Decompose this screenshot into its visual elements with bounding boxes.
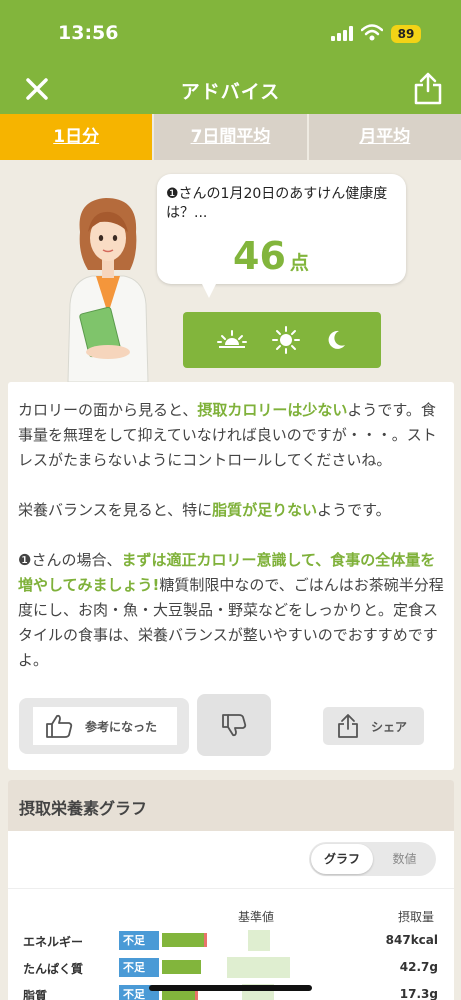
advice-text: カロリーの面から見ると、摂取カロリーは少ないようです。食事量を無理をして抑えてい… xyxy=(18,398,446,698)
score-unit: 点 xyxy=(289,252,309,274)
share-icon xyxy=(338,714,358,738)
moon-icon[interactable] xyxy=(325,329,347,351)
graph-header: 摂取栄養素グラフ xyxy=(8,780,454,831)
advice-text-segment: 栄養バランスを見ると、特に xyxy=(18,501,213,519)
nutrient-row: エネルギー 不足 847kcal xyxy=(8,930,454,952)
thumbs-up-icon xyxy=(46,714,73,738)
sunrise-icon[interactable] xyxy=(217,329,248,351)
helpful-button[interactable]: 参考になった xyxy=(19,698,189,754)
nutrient-name: 脂質 xyxy=(23,989,48,1000)
health-score: 46 点 xyxy=(233,234,309,278)
battery-icon: 89 xyxy=(391,25,421,43)
tab-7day-average[interactable]: 7日間平均 xyxy=(154,114,309,160)
intake-bar xyxy=(162,960,201,974)
score-question: ❶さんの1月20日のあすけん健康度は？... xyxy=(166,186,388,221)
advice-card: カロリーの面から見ると、摂取カロリーは少ないようです。食事量を無理をして抑えてい… xyxy=(8,382,454,770)
graph-view-toggle: グラフ 数値 xyxy=(309,842,436,876)
share-button[interactable]: シェア xyxy=(323,707,424,745)
helpful-button-label: 参考になった xyxy=(85,720,158,734)
helpful-button-inner: 参考になった xyxy=(33,707,177,745)
advice-paragraph-suggestion: ❶さんの場合、まずは適正カロリー意識して、食事の全体量を増やしてみましょう!糖質… xyxy=(18,548,446,673)
period-tabs: 1日分 7日間平均 月平均 xyxy=(0,114,461,160)
intake-value: 17.3g xyxy=(399,987,438,1000)
bubble-tail xyxy=(201,282,217,298)
signal-icon xyxy=(331,26,353,41)
advice-highlight: 摂取カロリーは少ない xyxy=(197,401,348,419)
thumbs-down-icon xyxy=(222,714,247,737)
share-button-label: シェア xyxy=(371,720,408,734)
nutrient-row: たんぱく質 不足 42.7g xyxy=(8,957,454,979)
doctor-illustration xyxy=(67,198,149,382)
page-title: アドバイス xyxy=(180,81,281,103)
divider xyxy=(8,888,454,889)
advice-text-segment: ❶さんの場合、 xyxy=(18,551,122,569)
toggle-graph[interactable]: グラフ xyxy=(311,844,373,874)
nav-bar: アドバイス xyxy=(0,68,461,114)
intake-value: 847kcal xyxy=(385,933,438,947)
reference-range xyxy=(248,930,270,951)
advice-highlight: 脂質が足りない xyxy=(212,501,318,519)
score-bubble: ❶さんの1月20日のあすけん健康度は？... 46 点 xyxy=(157,174,406,298)
advice-paragraph-calories: カロリーの面から見ると、摂取カロリーは少ないようです。食事量を無理をして抑えてい… xyxy=(18,398,446,473)
reference-range xyxy=(227,957,290,978)
share-icon[interactable] xyxy=(413,71,443,105)
advice-hero: ❶さんの1月20日のあすけん健康度は？... 46 点 xyxy=(0,160,461,382)
not-helpful-button[interactable] xyxy=(197,694,271,756)
nutrient-name: たんぱく質 xyxy=(23,962,84,976)
home-indicator xyxy=(149,985,312,991)
status-badge: 不足 xyxy=(119,958,159,977)
advice-paragraph-balance: 栄養バランスを見ると、特に脂質が足りないようです。 xyxy=(18,498,446,523)
time-of-day-selector xyxy=(183,312,381,368)
tab-monthly-average[interactable]: 月平均 xyxy=(308,114,461,160)
bar-end-marker xyxy=(204,933,207,947)
status-bar: 13:56 89 xyxy=(0,0,461,68)
score-value: 46 xyxy=(233,234,286,278)
status-badge: 不足 xyxy=(119,931,159,950)
advice-text-segment: カロリーの面から見ると、 xyxy=(18,401,198,419)
column-header-intake: 摂取量 xyxy=(398,910,435,924)
sun-icon[interactable] xyxy=(271,326,300,354)
intake-bar xyxy=(162,933,204,947)
toggle-values[interactable]: 数値 xyxy=(375,844,434,874)
column-header-reference: 基準値 xyxy=(238,910,275,924)
graph-title: 摂取栄養素グラフ xyxy=(19,799,148,818)
tab-1day[interactable]: 1日分 xyxy=(0,114,155,160)
status-time: 13:56 xyxy=(58,22,119,44)
intake-value: 42.7g xyxy=(399,960,438,974)
wifi-icon xyxy=(361,24,383,41)
advice-text-segment: ようです。 xyxy=(317,501,391,519)
nutrient-graph-card: 摂取栄養素グラフ グラフ 数値 基準値 摂取量 エネルギー 不足 847kcal… xyxy=(8,780,454,1000)
nutrient-name: エネルギー xyxy=(23,935,84,949)
